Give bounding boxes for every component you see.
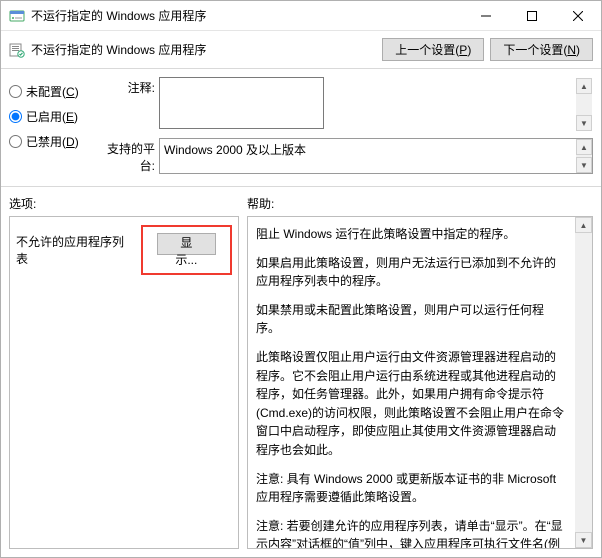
close-button[interactable]: [555, 1, 601, 31]
state-radio-group: 未配置(C) 已启用(E) 已禁用(D): [9, 77, 99, 180]
comments-label: 注释:: [99, 77, 159, 96]
disallowed-apps-label: 不允许的应用程序列表: [16, 233, 141, 267]
scroll-track[interactable]: [576, 94, 592, 115]
scroll-down-icon[interactable]: ▼: [576, 115, 592, 131]
config-area: 未配置(C) 已启用(E) 已禁用(D) 注释: ▲ ▼: [1, 69, 601, 180]
section-labels: 选项: 帮助:: [1, 187, 601, 216]
header-bar: 不运行指定的 Windows 应用程序 上一个设置(P) 下一个设置(N): [1, 31, 601, 69]
supported-platform-label: 支持的平台:: [99, 138, 159, 174]
supported-platform-value: Windows 2000 及以上版本: [164, 143, 306, 157]
radio-not-configured-input[interactable]: [9, 85, 22, 98]
scroll-up-icon[interactable]: ▲: [575, 217, 592, 233]
titlebar: 不运行指定的 Windows 应用程序: [1, 1, 601, 31]
highlight-box: 显示...: [141, 225, 232, 275]
radio-not-configured[interactable]: 未配置(C): [9, 83, 99, 100]
maximize-button[interactable]: [509, 1, 555, 31]
window-title: 不运行指定的 Windows 应用程序: [31, 7, 463, 24]
platform-scrollbar[interactable]: ▲ ▼: [576, 139, 592, 173]
window-controls: [463, 1, 601, 30]
help-paragraph: 如果启用此策略设置，则用户无法运行已添加到不允许的应用程序列表中的程序。: [256, 254, 567, 291]
scroll-track[interactable]: [575, 233, 592, 532]
help-heading: 帮助:: [247, 195, 593, 212]
previous-setting-button[interactable]: 上一个设置(P): [382, 38, 484, 61]
radio-enabled[interactable]: 已启用(E): [9, 108, 99, 125]
scroll-down-icon[interactable]: ▼: [575, 532, 592, 548]
bottom-panels: 不允许的应用程序列表 显示... 阻止 Windows 运行在此策略设置中指定的…: [1, 216, 601, 557]
comments-textarea[interactable]: [159, 77, 324, 129]
radio-disabled[interactable]: 已禁用(D): [9, 133, 99, 150]
minimize-button[interactable]: [463, 1, 509, 31]
options-panel: 不允许的应用程序列表 显示...: [9, 216, 239, 549]
help-panel: 阻止 Windows 运行在此策略设置中指定的程序。 如果启用此策略设置，则用户…: [247, 216, 593, 549]
scroll-down-icon[interactable]: ▼: [576, 157, 592, 173]
header-title: 不运行指定的 Windows 应用程序: [31, 41, 376, 58]
help-text: 阻止 Windows 运行在此策略设置中指定的程序。 如果启用此策略设置，则用户…: [248, 217, 575, 548]
radio-enabled-input[interactable]: [9, 110, 22, 123]
comments-scrollbar[interactable]: ▲ ▼: [576, 78, 592, 131]
app-icon: [9, 8, 25, 24]
help-paragraph: 如果禁用或未配置此策略设置，则用户可以运行任何程序。: [256, 301, 567, 338]
policy-editor-window: 不运行指定的 Windows 应用程序 不运行指定的 Wi: [0, 0, 602, 558]
radio-disabled-input[interactable]: [9, 135, 22, 148]
options-heading: 选项:: [9, 195, 247, 212]
help-paragraph: 注意: 具有 Windows 2000 或更新版本证书的非 Microsoft …: [256, 470, 567, 507]
help-scrollbar[interactable]: ▲ ▼: [575, 217, 592, 548]
scroll-up-icon[interactable]: ▲: [576, 139, 592, 155]
policy-icon: [9, 42, 25, 58]
show-list-button[interactable]: 显示...: [157, 233, 216, 255]
supported-platform-box: Windows 2000 及以上版本 ▲ ▼: [159, 138, 593, 174]
next-setting-button[interactable]: 下一个设置(N): [490, 38, 593, 61]
help-paragraph: 此策略设置仅阻止用户运行由文件资源管理器进程启动的程序。它不会阻止用户运行由系统…: [256, 348, 567, 460]
help-paragraph: 阻止 Windows 运行在此策略设置中指定的程序。: [256, 225, 567, 244]
help-paragraph: 注意: 若要创建允许的应用程序列表，请单击“显示”。在“显示内容”对话框的“值”…: [256, 517, 567, 548]
scroll-up-icon[interactable]: ▲: [576, 78, 592, 94]
